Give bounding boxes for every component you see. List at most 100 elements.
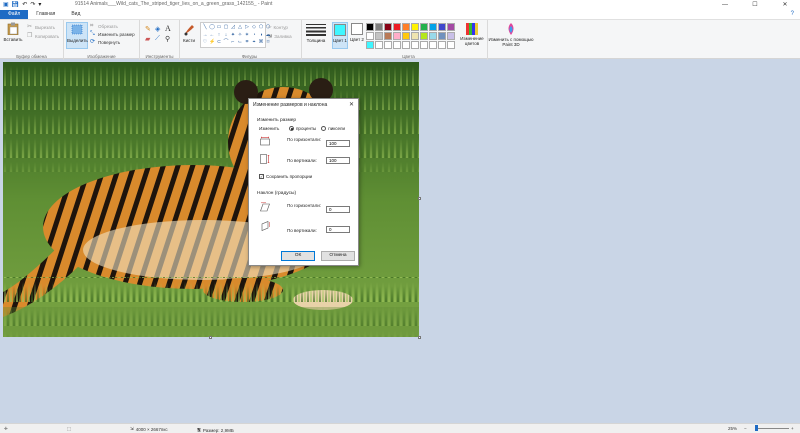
palette-swatch[interactable] (411, 32, 419, 40)
shape-item[interactable]: ◑ (258, 32, 264, 39)
palette-swatch[interactable] (366, 32, 374, 40)
zoom-in-button[interactable]: + (791, 426, 794, 431)
palette-swatch[interactable] (393, 23, 401, 31)
horizontal-input[interactable] (326, 140, 350, 147)
palette-swatch[interactable] (402, 23, 410, 31)
crop-button[interactable]: ⌗ Обрезать (90, 23, 118, 29)
copy-button[interactable]: ❐ Копировать (27, 33, 59, 39)
redo-icon[interactable]: ↷ (30, 1, 35, 9)
shape-item[interactable]: ◯ (209, 24, 215, 31)
shape-item[interactable]: ╲ (202, 24, 208, 31)
palette-swatch[interactable] (393, 41, 401, 49)
palette-swatch[interactable] (384, 23, 392, 31)
shape-item[interactable]: ✧ (237, 32, 243, 39)
shape-item[interactable]: ◇ (251, 24, 257, 31)
ok-button[interactable]: ОК (281, 251, 315, 261)
close-button[interactable]: ✕ (770, 0, 800, 10)
shape-item[interactable]: → (202, 32, 208, 39)
shape-item[interactable]: ♡ (202, 39, 208, 46)
resize-button[interactable]: ⤡ Изменить размер (90, 31, 135, 37)
dialog-close-button[interactable]: ✕ (349, 101, 354, 108)
rotate-button[interactable]: ⟳ Повернуть (90, 39, 120, 45)
palette-swatch[interactable] (429, 41, 437, 49)
percent-radio[interactable] (289, 126, 294, 131)
brushes-button[interactable]: Кисти (180, 20, 198, 60)
shape-item[interactable]: ◔ (251, 32, 257, 39)
palette-swatch[interactable] (366, 41, 374, 49)
palette-swatch[interactable] (438, 23, 446, 31)
palette-swatch[interactable] (420, 41, 428, 49)
minimize-button[interactable]: — (710, 0, 740, 10)
shape-item[interactable]: △ (237, 24, 243, 31)
canvas-resize-handle-bottom[interactable] (209, 336, 212, 339)
shape-item[interactable]: ↓ (223, 32, 229, 39)
keep-ratio-checkbox[interactable]: ✓ (259, 174, 264, 179)
palette-swatch[interactable] (447, 23, 455, 31)
palette-swatch[interactable] (402, 41, 410, 49)
shape-item[interactable]: ⚡ (209, 39, 215, 46)
paste-button[interactable]: Вставить (2, 22, 24, 49)
dropdown-icon[interactable]: ▾ (38, 1, 41, 9)
paint3d-button[interactable]: Изменить с помощью Paint 3D (488, 20, 534, 60)
color1-button[interactable]: Цвет 1 (332, 22, 348, 49)
tab-home[interactable]: Главная (28, 10, 63, 19)
edit-colors-button[interactable]: Изменение цветов (458, 22, 486, 49)
color-picker-icon[interactable]: ⟋ (155, 35, 160, 43)
select-button[interactable]: Выделить (66, 22, 88, 49)
shape-item[interactable]: ⌗ (244, 39, 250, 46)
zoom-out-button[interactable]: − (744, 426, 747, 431)
vertical-input[interactable] (326, 157, 350, 164)
palette-swatch[interactable] (375, 41, 383, 49)
shape-item[interactable]: ⌘ (258, 39, 264, 46)
palette-swatch[interactable] (366, 23, 374, 31)
pencil-icon[interactable]: ✎ (145, 25, 151, 33)
palette-swatch[interactable] (384, 32, 392, 40)
undo-icon[interactable]: ↶ (22, 1, 27, 9)
skew-horizontal-input[interactable] (326, 206, 350, 213)
tab-view[interactable]: Вид (63, 10, 88, 19)
palette-swatch[interactable] (402, 32, 410, 40)
palette-swatch[interactable] (411, 23, 419, 31)
shape-item[interactable]: ▷ (244, 24, 250, 31)
zoom-slider-track[interactable] (757, 428, 789, 429)
outline-button[interactable]: ▱ Контур (268, 24, 288, 30)
shape-item[interactable]: ⌙ (237, 39, 243, 46)
magnifier-icon[interactable]: ⚲ (165, 35, 170, 43)
maximize-button[interactable]: ☐ (740, 0, 770, 10)
shape-item[interactable]: ⌑ (265, 39, 271, 46)
shape-item[interactable]: ✶ (244, 32, 250, 39)
shape-item[interactable]: ⊂ (216, 39, 222, 46)
shape-item[interactable]: ▭ (216, 24, 222, 31)
shape-item[interactable]: ⌐ (230, 39, 236, 46)
shape-item[interactable]: ◿ (230, 24, 236, 31)
palette-swatch[interactable] (429, 32, 437, 40)
palette-swatch[interactable] (420, 23, 428, 31)
text-tool-icon[interactable]: A (165, 24, 171, 33)
palette-swatch[interactable] (411, 41, 419, 49)
pixels-radio[interactable] (321, 126, 327, 131)
palette-swatch[interactable] (375, 32, 383, 40)
skew-vertical-input[interactable] (326, 226, 350, 233)
palette-swatch[interactable] (420, 32, 428, 40)
fill-bucket-icon[interactable]: ◈ (155, 25, 160, 33)
palette-swatch[interactable] (384, 41, 392, 49)
fill-button[interactable]: ◪ Заливка (268, 33, 292, 39)
shape-item[interactable]: ✦ (230, 32, 236, 39)
shapes-gallery[interactable]: ╲ ◯ ▭ ▢ ◿ △ ▷ ◇ ⬠ ⬡ → ← ↑ ↓ ✦ ✧ ✶ ◔ ◑ ☁ ♡ ⚡ ⊂ ⌒ ⌐ ⌙ ⌗ ⌖ ⌘ ⌑ (200, 22, 271, 48)
save-icon[interactable]: 💾︎ (12, 1, 20, 9)
zoom-slider-thumb[interactable] (755, 425, 758, 431)
cut-button[interactable]: ✂ Вырезать (27, 24, 55, 30)
help-icon[interactable]: ? (791, 10, 794, 19)
cancel-button[interactable]: Отмена (321, 251, 355, 261)
shape-item[interactable]: ↑ (216, 32, 222, 39)
palette-swatch[interactable] (393, 32, 401, 40)
shape-item[interactable]: ⌒ (223, 39, 229, 46)
shape-item[interactable]: ← (209, 32, 215, 39)
palette-swatch[interactable] (447, 32, 455, 40)
tab-file[interactable]: Файл (0, 10, 29, 19)
shape-item[interactable]: ⬠ (258, 24, 264, 31)
canvas-resize-handle-corner[interactable] (418, 336, 421, 339)
palette-swatch[interactable] (438, 41, 446, 49)
eraser-icon[interactable]: ▰ (145, 35, 150, 43)
shape-item[interactable]: ▢ (223, 24, 229, 31)
